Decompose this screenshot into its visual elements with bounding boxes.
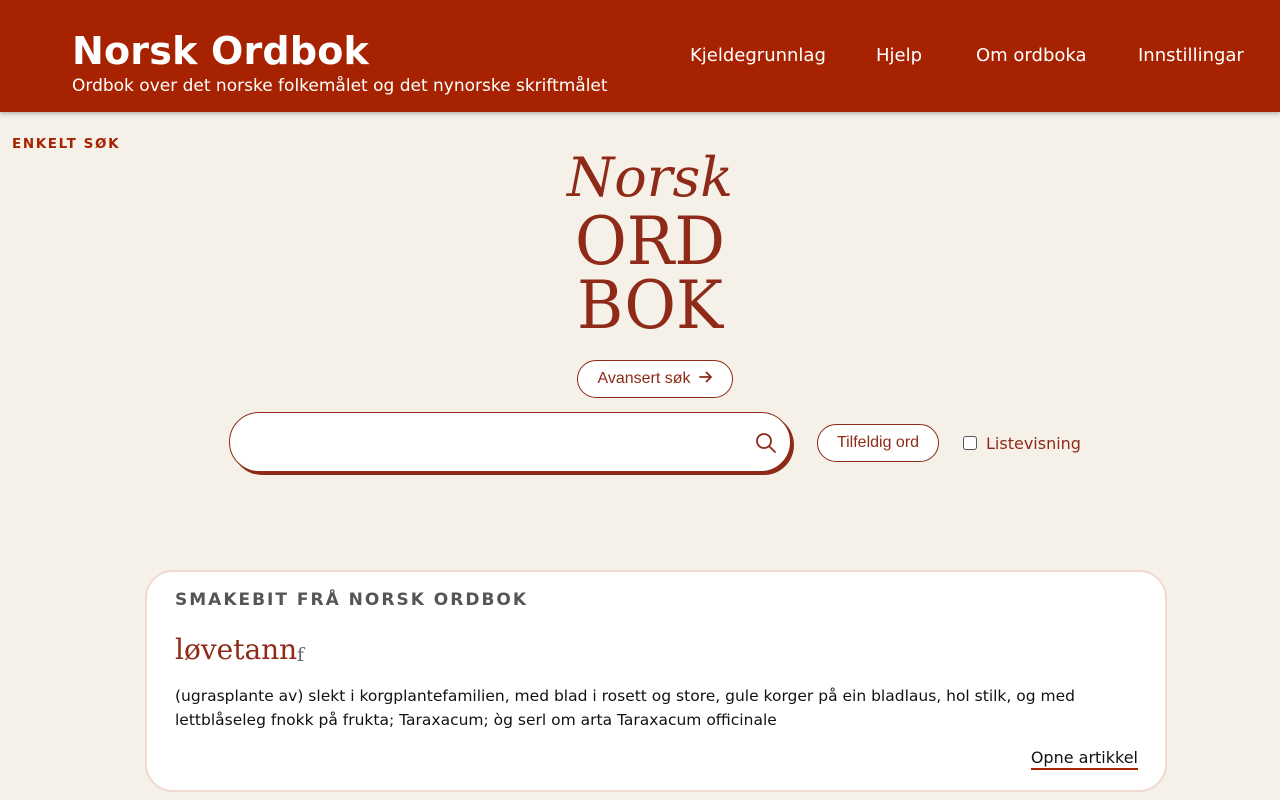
logo-line-norsk: Norsk <box>565 146 733 209</box>
norsk-ordbok-logo: Norsk ORD BOK <box>560 124 740 344</box>
arrow-right-icon <box>698 370 713 389</box>
nav-kjeldegrunnlag[interactable]: Kjeldegrunnlag <box>690 44 826 68</box>
list-view-label: Listevisning <box>986 433 1081 453</box>
random-word-button[interactable]: Tilfeldig ord <box>817 424 939 462</box>
search-mode-label[interactable]: ENKELT SØK <box>12 135 120 153</box>
search-icon[interactable] <box>754 431 778 455</box>
headword: løvetann <box>175 633 298 666</box>
sample-entry-card: SMAKEBIT FRÅ NORSK ORDBOK løvetann f (ug… <box>145 570 1167 792</box>
nav-om-ordboka[interactable]: Om ordboka <box>976 44 1087 68</box>
sample-heading: SMAKEBIT FRÅ NORSK ORDBOK <box>175 590 529 610</box>
gender-label: f <box>297 644 305 666</box>
main-nav: Kjeldegrunnlag Hjelp Om ordboka Innstill… <box>0 44 1280 68</box>
advanced-search-label: Avansert søk <box>597 370 691 387</box>
nav-innstillingar[interactable]: Innstillingar <box>1138 44 1244 68</box>
open-article-link[interactable]: Opne artikkel <box>1030 748 1138 770</box>
nav-hjelp[interactable]: Hjelp <box>876 44 922 68</box>
search-input[interactable] <box>252 423 736 463</box>
search-box <box>229 412 791 472</box>
site-header: Norsk Ordbok Ordbok over det norske folk… <box>0 0 1280 112</box>
logo-line-bok: BOK <box>577 267 725 338</box>
list-view-toggle[interactable]: Listevisning <box>963 433 1081 453</box>
site-subtitle: Ordbok over det norske folkemålet og det… <box>72 76 608 96</box>
definition-text: (ugrasplante av) slekt i korgplantefamil… <box>175 687 1075 729</box>
advanced-search-button[interactable]: Avansert søk <box>577 360 733 398</box>
list-view-checkbox[interactable] <box>963 436 977 450</box>
